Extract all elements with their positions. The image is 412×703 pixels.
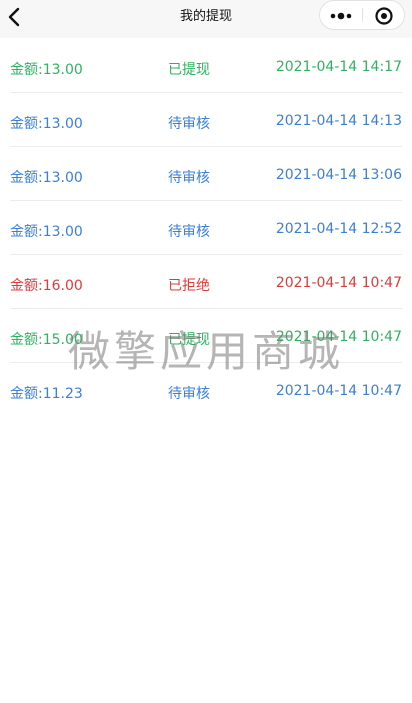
mini-program-capsule — [319, 0, 405, 30]
withdrawal-row: 金额:16.00 已拒绝 2021-04-14 10:47 — [10, 255, 402, 309]
more-menu-button[interactable] — [320, 1, 362, 29]
amount-text: 金额:13.00 — [10, 224, 83, 240]
status-text: 待审核 — [168, 170, 210, 186]
time-text: 2021-04-14 10:47 — [275, 383, 402, 399]
status-text: 待审核 — [168, 386, 210, 402]
status-text: 已拒绝 — [168, 278, 210, 294]
time-text: 2021-04-14 14:13 — [275, 113, 402, 129]
status-text: 已提现 — [168, 332, 210, 348]
close-mini-program-button[interactable] — [363, 1, 404, 29]
amount-text: 金额:13.00 — [10, 62, 83, 78]
withdrawal-list: 金额:13.00 已提现 2021-04-14 14:17 金额:13.00 待… — [10, 39, 402, 417]
status-text: 已提现 — [168, 62, 210, 78]
amount-text: 金额:15.00 — [10, 332, 83, 348]
time-text: 2021-04-14 10:47 — [275, 275, 402, 291]
time-text: 2021-04-14 10:47 — [275, 329, 402, 345]
time-text: 2021-04-14 13:06 — [275, 167, 402, 183]
withdrawal-row: 金额:13.00 待审核 2021-04-14 12:52 — [10, 201, 402, 255]
withdrawal-row: 金额:15.00 已提现 2021-04-14 10:47 — [10, 309, 402, 363]
amount-text: 金额:16.00 — [10, 278, 83, 294]
time-text: 2021-04-14 14:17 — [275, 59, 402, 75]
page: 我的提现 金额:13.00 已提现 2021-04-14 14:17 金额:13… — [0, 0, 412, 703]
withdrawal-row: 金额:11.23 待审核 2021-04-14 10:47 — [10, 363, 402, 417]
withdrawal-row: 金额:13.00 待审核 2021-04-14 13:06 — [10, 147, 402, 201]
status-text: 待审核 — [168, 116, 210, 132]
navigation-bar: 我的提现 — [0, 0, 412, 38]
amount-text: 金额:13.00 — [10, 170, 83, 186]
amount-text: 金额:13.00 — [10, 116, 83, 132]
withdrawal-row: 金额:13.00 已提现 2021-04-14 14:17 — [10, 39, 402, 93]
more-dots-icon — [330, 12, 352, 20]
status-text: 待审核 — [168, 224, 210, 240]
withdrawal-row: 金额:13.00 待审核 2021-04-14 14:13 — [10, 93, 402, 147]
amount-text: 金额:11.23 — [10, 386, 83, 402]
time-text: 2021-04-14 12:52 — [275, 221, 402, 237]
target-circle-icon — [375, 7, 393, 25]
